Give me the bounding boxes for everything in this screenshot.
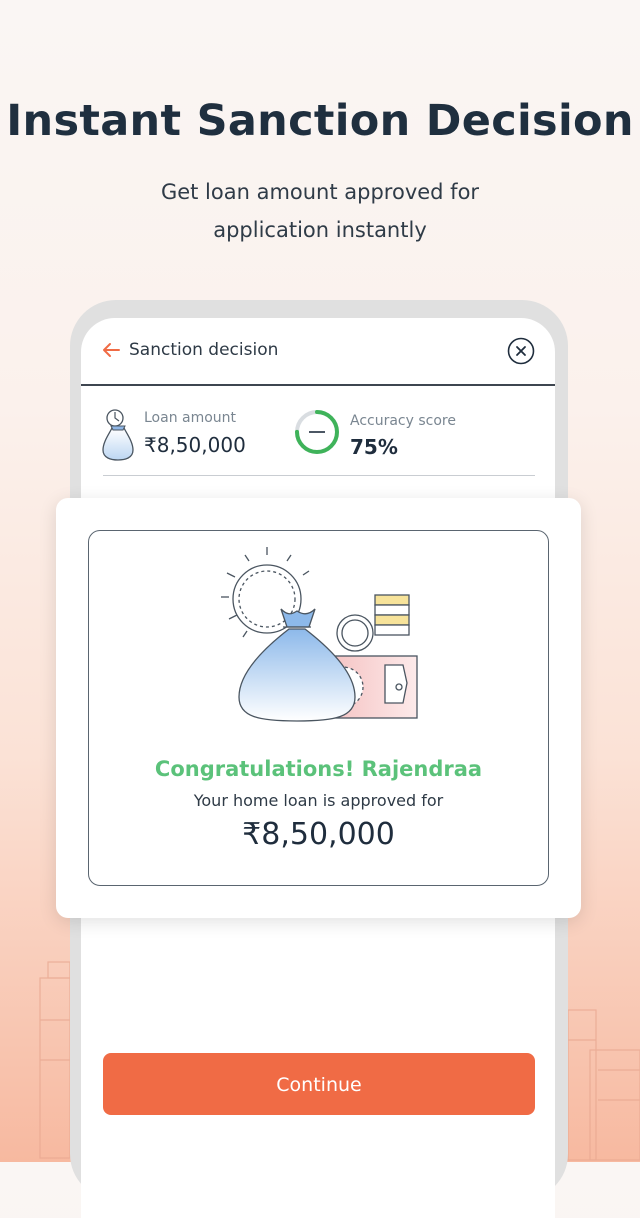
accuracy-ring-icon bbox=[295, 410, 339, 454]
accuracy-score-label: Accuracy score bbox=[350, 413, 456, 429]
arrow-left-icon[interactable] bbox=[101, 340, 121, 360]
loan-amount-label: Loan amount bbox=[144, 410, 237, 426]
accuracy-score-value: 75% bbox=[350, 435, 398, 459]
subheadline-line-2: application instantly bbox=[213, 218, 427, 242]
screen-title: Sanction decision bbox=[129, 340, 279, 360]
money-bag-coins-illustration bbox=[221, 547, 418, 722]
approved-amount: ₹8,50,000 bbox=[242, 817, 395, 852]
top-bar: Sanction decision bbox=[81, 318, 555, 386]
subheadline-line-1: Get loan amount approved for bbox=[160, 180, 480, 204]
loan-amount-value: ₹8,50,000 bbox=[144, 433, 246, 457]
approval-message: Your home loan is approved for bbox=[193, 791, 444, 810]
loan-stats: Loan amount ₹8,50,000 Accuracy score 75% bbox=[81, 402, 555, 472]
stats-divider bbox=[103, 475, 535, 476]
money-bag-icon bbox=[102, 409, 134, 461]
approval-card: Congratulations! Rajendraa Your home loa… bbox=[56, 498, 581, 918]
close-icon[interactable] bbox=[507, 337, 535, 365]
continue-button[interactable]: Continue bbox=[103, 1053, 535, 1115]
headline: Instant Sanction Decision bbox=[6, 96, 634, 146]
approval-inner-card: Congratulations! Rajendraa Your home loa… bbox=[88, 530, 549, 886]
subheadline: Get loan amount approved for application… bbox=[0, 173, 640, 249]
congratulations-text: Congratulations! Rajendraa bbox=[154, 757, 483, 781]
